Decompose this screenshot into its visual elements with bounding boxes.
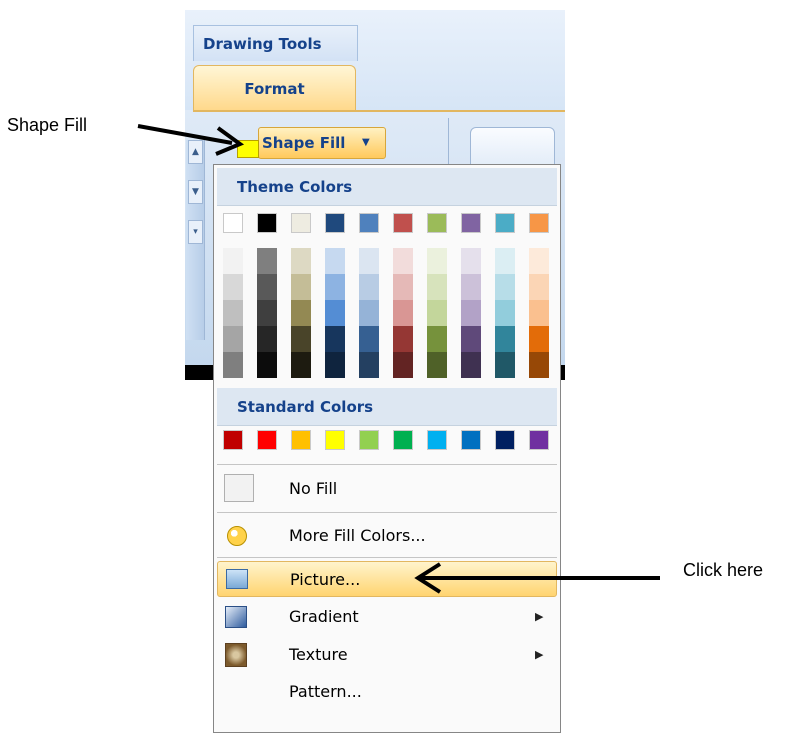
click-here-arrow-icon xyxy=(414,562,660,594)
annotation-arrows xyxy=(137,124,660,594)
shape-fill-arrow-icon xyxy=(137,124,245,156)
